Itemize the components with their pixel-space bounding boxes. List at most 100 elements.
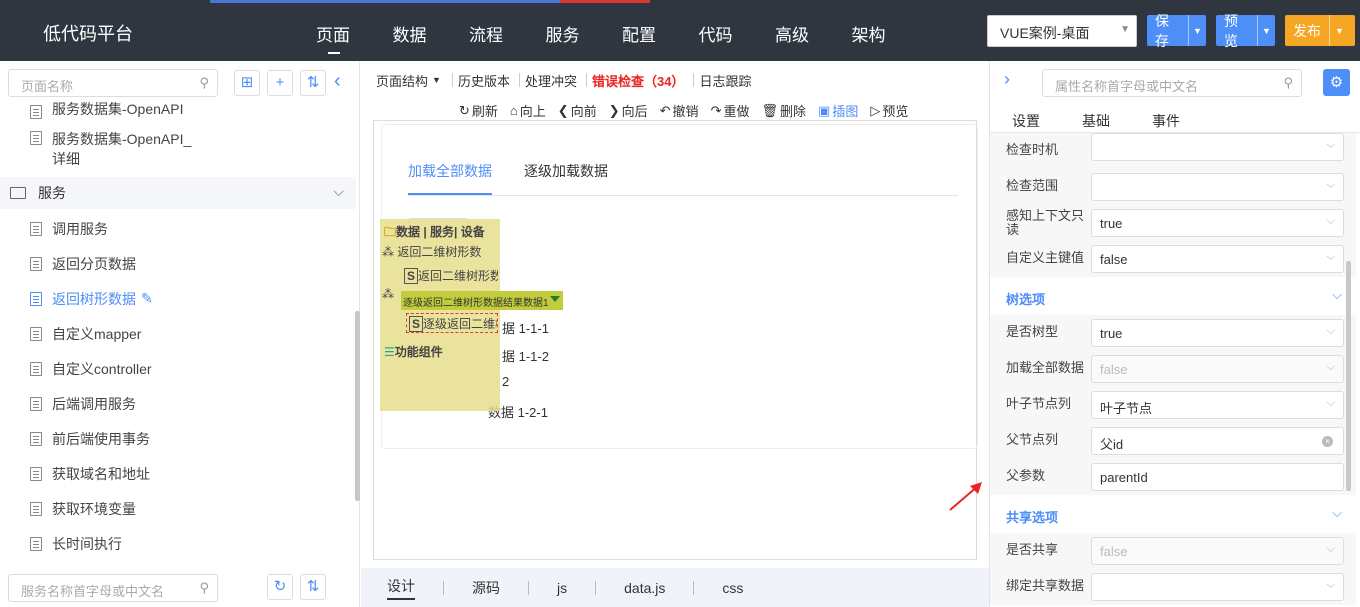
tree-item[interactable]: 返回分页数据 (0, 246, 356, 281)
chevron-down-icon: ⌵ (1326, 139, 1335, 151)
delete-button[interactable]: 🗑 删除 (761, 101, 806, 120)
service-s-icon: S (404, 268, 419, 284)
nav-code[interactable]: 代码 (699, 21, 776, 54)
save-button[interactable]: 保存 ▼ (1147, 13, 1206, 49)
refresh-icon[interactable]: ↻ (267, 574, 293, 600)
nav-architecture[interactable]: 架构 (852, 21, 929, 54)
tree-item[interactable]: 自定义controller (0, 351, 356, 386)
clear-icon[interactable]: × (1322, 436, 1333, 447)
prop-label: 自定义主键值 (1006, 250, 1085, 265)
prop-select[interactable]: 叶子节点 ⌵ (1091, 391, 1344, 419)
prop-select[interactable]: false ⌵ (1091, 245, 1344, 273)
error-check-link[interactable]: 错误检查（34） (592, 71, 684, 90)
tree-item[interactable]: 获取域名和地址 (0, 456, 356, 491)
tab-source[interactable]: 源码 (472, 578, 500, 598)
tree-item-partial[interactable]: 服务数据集-OpenAPI (0, 101, 356, 119)
caret-down-icon[interactable]: ▼ (432, 75, 441, 85)
preview-button[interactable]: 预览 ▼ (1216, 13, 1275, 49)
tab-load-all[interactable]: 加载全部数据 (408, 161, 492, 195)
tree-group-service[interactable]: 服务 ⌵ (0, 177, 356, 209)
selected-service-bar[interactable]: 逐级返回二维树形数据结果数据1 (401, 291, 563, 310)
preview-dropdown-caret-icon[interactable]: ▼ (1257, 15, 1275, 46)
divider (528, 580, 529, 595)
add-icon[interactable]: + (267, 70, 293, 96)
prop-select[interactable]: ⌵ (1091, 133, 1344, 161)
prop-select[interactable]: ⌵ (1091, 573, 1344, 601)
selected-service-item[interactable]: S逐级返回二维树 (406, 313, 498, 333)
log-trace-link[interactable]: 日志跟踪 (699, 71, 751, 90)
chevron-right-icon[interactable]: › (1004, 69, 1010, 90)
undo-button[interactable]: ↶ 撤销 (660, 101, 699, 120)
insert-image-button[interactable]: ▣ 插图 (818, 101, 858, 120)
tab-css[interactable]: css (722, 580, 743, 596)
tree-item[interactable]: 自定义mapper (0, 316, 356, 351)
save-dropdown-caret-icon[interactable]: ▼ (1188, 15, 1206, 46)
sort-icon[interactable]: ⇅ (300, 70, 326, 96)
tree-item-label: 返回树形数据 (52, 290, 136, 307)
sort-icon[interactable]: ⇅ (300, 574, 326, 600)
tab-events[interactable]: 事件 (1152, 105, 1180, 132)
tab-design[interactable]: 设计 (387, 576, 415, 600)
tree-node[interactable]: 据 1-1-1 (502, 318, 549, 337)
chevron-down-icon: ⌵ (1332, 287, 1342, 302)
tree-item[interactable]: 长时间执行 (0, 526, 356, 561)
tree-node[interactable]: 2 (502, 374, 509, 389)
overlay-item[interactable]: ⁂ 返回二维树形数 (382, 243, 500, 260)
prop-select[interactable]: true ⌵ (1091, 319, 1344, 347)
tree-item-openapi-detail[interactable]: 服务数据集-OpenAPI_ 详细 (0, 123, 356, 177)
nav-service[interactable]: 服务 (546, 21, 623, 54)
nav-flow[interactable]: 流程 (469, 21, 546, 54)
save-button-label: 保存 (1155, 12, 1169, 49)
move-up-button[interactable]: ⌂ 向上 (510, 101, 546, 120)
overlay-title-label: 数据 | 服务| 设备 (396, 225, 485, 239)
collapse-panel-icon[interactable]: ‹ (334, 70, 341, 93)
tree-node[interactable]: 据 1-1-2 (502, 346, 549, 365)
refresh-button[interactable]: ↻ 刷新 (459, 101, 498, 120)
add-folder-icon[interactable]: ⊞ (234, 70, 260, 96)
tree-item[interactable]: 后端调用服务 (0, 386, 356, 421)
history-version-link[interactable]: 历史版本 (458, 71, 510, 90)
move-back-button[interactable]: ❯ 向后 (609, 101, 648, 120)
page-search-input[interactable]: 页面名称 ⚲ (8, 69, 218, 97)
tab-settings[interactable]: 设置 (1012, 105, 1040, 132)
redo-button[interactable]: ↷ 重做 (711, 101, 750, 120)
prop-label: 检查范围 (1006, 178, 1059, 193)
component-group[interactable]: ☰功能组件 (384, 343, 443, 360)
nav-config[interactable]: 配置 (622, 21, 699, 54)
page-structure-menu[interactable]: 页面结构 (376, 71, 428, 90)
prop-text-input[interactable]: parentId (1091, 463, 1344, 491)
gear-icon[interactable]: ⚙ (1323, 69, 1350, 96)
tree-item-selected[interactable]: 返回树形数据 ✎ (0, 281, 356, 316)
service-search-input[interactable]: 服务名称首字母或中文名 ⚲ (8, 574, 218, 602)
overlay-subitem[interactable]: S 返回二维树形数 (404, 267, 498, 284)
caret-down-icon[interactable] (550, 296, 560, 302)
prop-select[interactable]: true ⌵ (1091, 209, 1344, 237)
tree-item[interactable]: 前后端使用事务 (0, 421, 356, 456)
prop-select[interactable]: ⌵ (1091, 173, 1344, 201)
tab-basic[interactable]: 基础 (1082, 105, 1110, 132)
edit-pencil-icon[interactable]: ✎ (141, 290, 153, 307)
publish-dropdown-caret-icon[interactable]: ▼ (1329, 15, 1349, 46)
move-forward-button[interactable]: ❮ 向前 (558, 101, 597, 120)
prop-input-clearable[interactable]: 父id × (1091, 427, 1344, 455)
section-tree-options[interactable]: 树选项 ⌵ (990, 277, 1356, 315)
right-scrollbar[interactable] (1346, 261, 1351, 491)
section-share-options[interactable]: 共享选项 ⌵ (990, 495, 1356, 533)
nav-page[interactable]: 页面 (316, 21, 393, 54)
nav-advanced[interactable]: 高级 (775, 21, 852, 54)
tree-item[interactable]: 获取环境变量 (0, 491, 356, 526)
tab-data-js[interactable]: data.js (624, 580, 665, 596)
publish-button[interactable]: 发布 ▼ (1285, 15, 1355, 46)
left-scrollbar[interactable] (355, 311, 360, 501)
tree-item[interactable]: 调用服务 (0, 211, 356, 246)
nav-data[interactable]: 数据 (393, 21, 470, 54)
canvas-preview-button[interactable]: ▷ 预览 (870, 101, 908, 120)
project-select[interactable]: VUE案例-桌面 ▼ (987, 15, 1137, 47)
design-canvas[interactable]: 加载全部数据 逐级加载数据 据 1-1-1 据 1-1-2 2 数据 1-2-1… (373, 120, 978, 560)
tab-js[interactable]: js (557, 580, 567, 596)
tab-load-level[interactable]: 逐级加载数据 (524, 161, 608, 195)
property-search-input[interactable]: 属性名称首字母或中文名 ⚲ (1042, 69, 1302, 97)
top-accent-stripe-red (560, 0, 650, 3)
insert-image-label: 插图 (832, 104, 859, 119)
resolve-conflict-link[interactable]: 处理冲突 (525, 71, 577, 90)
